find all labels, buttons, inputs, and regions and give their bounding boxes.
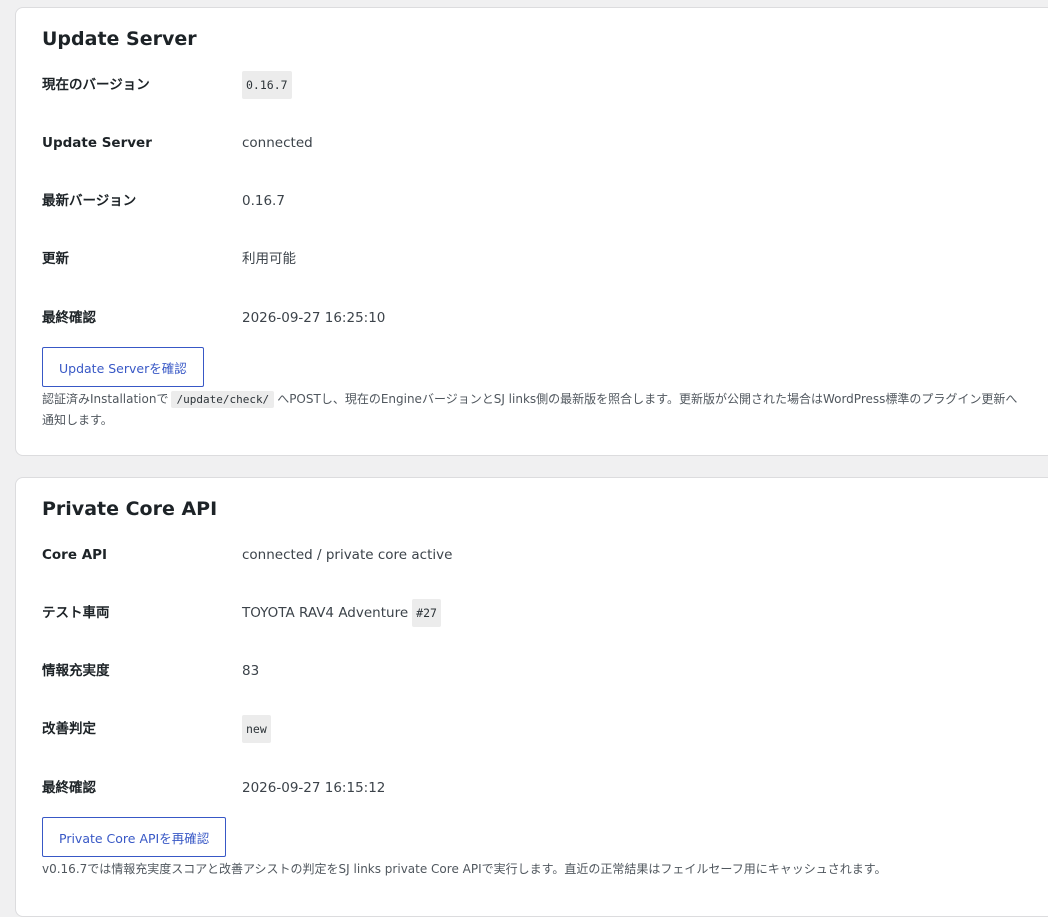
improvement-judgment-value: new	[242, 715, 271, 743]
improvement-judgment-row: 改善判定 new	[42, 715, 271, 743]
check-update-server-button[interactable]: Update Serverを確認	[42, 347, 204, 387]
latest-version-row: 最新バージョン 0.16.7	[42, 189, 285, 213]
info-completeness-row: 情報充実度 83	[42, 659, 259, 683]
update-availability-label: 更新	[42, 251, 69, 267]
private-core-api-description: v0.16.7では情報充実度スコアと改善アシストの判定をSJ links pri…	[42, 862, 887, 876]
last-checked-row: 最終確認 2026-09-27 16:25:10	[42, 306, 385, 330]
core-api-status-row: Core API connected / private core active	[42, 543, 452, 567]
update-availability-row: 更新 利用可能	[42, 247, 296, 271]
info-completeness-label: 情報充実度	[42, 663, 110, 679]
update-check-endpoint: /update/check/	[171, 391, 275, 408]
update-server-status-value: connected	[242, 135, 313, 151]
test-vehicle-id-badge: #27	[412, 599, 441, 627]
info-completeness-value: 83	[242, 663, 260, 679]
recheck-private-core-api-button[interactable]: Private Core APIを再確認	[42, 817, 227, 857]
core-api-status-label: Core API	[42, 547, 108, 563]
core-api-status-value: connected / private core active	[242, 547, 453, 563]
update-server-status-label: Update Server	[42, 135, 152, 151]
current-version-row: 現在のバージョン 0.16.7	[42, 71, 292, 99]
core-last-checked-value: 2026-09-27 16:15:12	[242, 780, 386, 796]
current-version-value: 0.16.7	[242, 71, 292, 99]
last-checked-value: 2026-09-27 16:25:10	[242, 310, 386, 326]
update-availability-value: 利用可能	[242, 251, 296, 267]
update-server-card: Update Server 現在のバージョン 0.16.7 Update Ser…	[15, 7, 1048, 456]
latest-version-value: 0.16.7	[242, 193, 285, 209]
current-version-label: 現在のバージョン	[42, 77, 150, 93]
latest-version-label: 最新バージョン	[42, 193, 137, 209]
improvement-judgment-label: 改善判定	[42, 721, 96, 737]
core-last-checked-label: 最終確認	[42, 780, 96, 796]
test-vehicle-value: TOYOTA RAV4 Adventure	[242, 605, 409, 621]
test-vehicle-label: テスト車両	[42, 605, 110, 621]
private-core-api-title: Private Core API	[42, 498, 218, 520]
update-server-status-row: Update Server connected	[42, 131, 313, 155]
test-vehicle-row: テスト車両 TOYOTA RAV4 Adventure #27	[42, 599, 441, 627]
private-core-api-card: Private Core API Core API connected / pr…	[15, 477, 1048, 917]
last-checked-label: 最終確認	[42, 310, 96, 326]
update-server-description: 認証済みInstallationで/update/check/へPOSTし、現在…	[42, 391, 1018, 427]
core-last-checked-row: 最終確認 2026-09-27 16:15:12	[42, 776, 385, 800]
update-server-title: Update Server	[42, 28, 197, 50]
